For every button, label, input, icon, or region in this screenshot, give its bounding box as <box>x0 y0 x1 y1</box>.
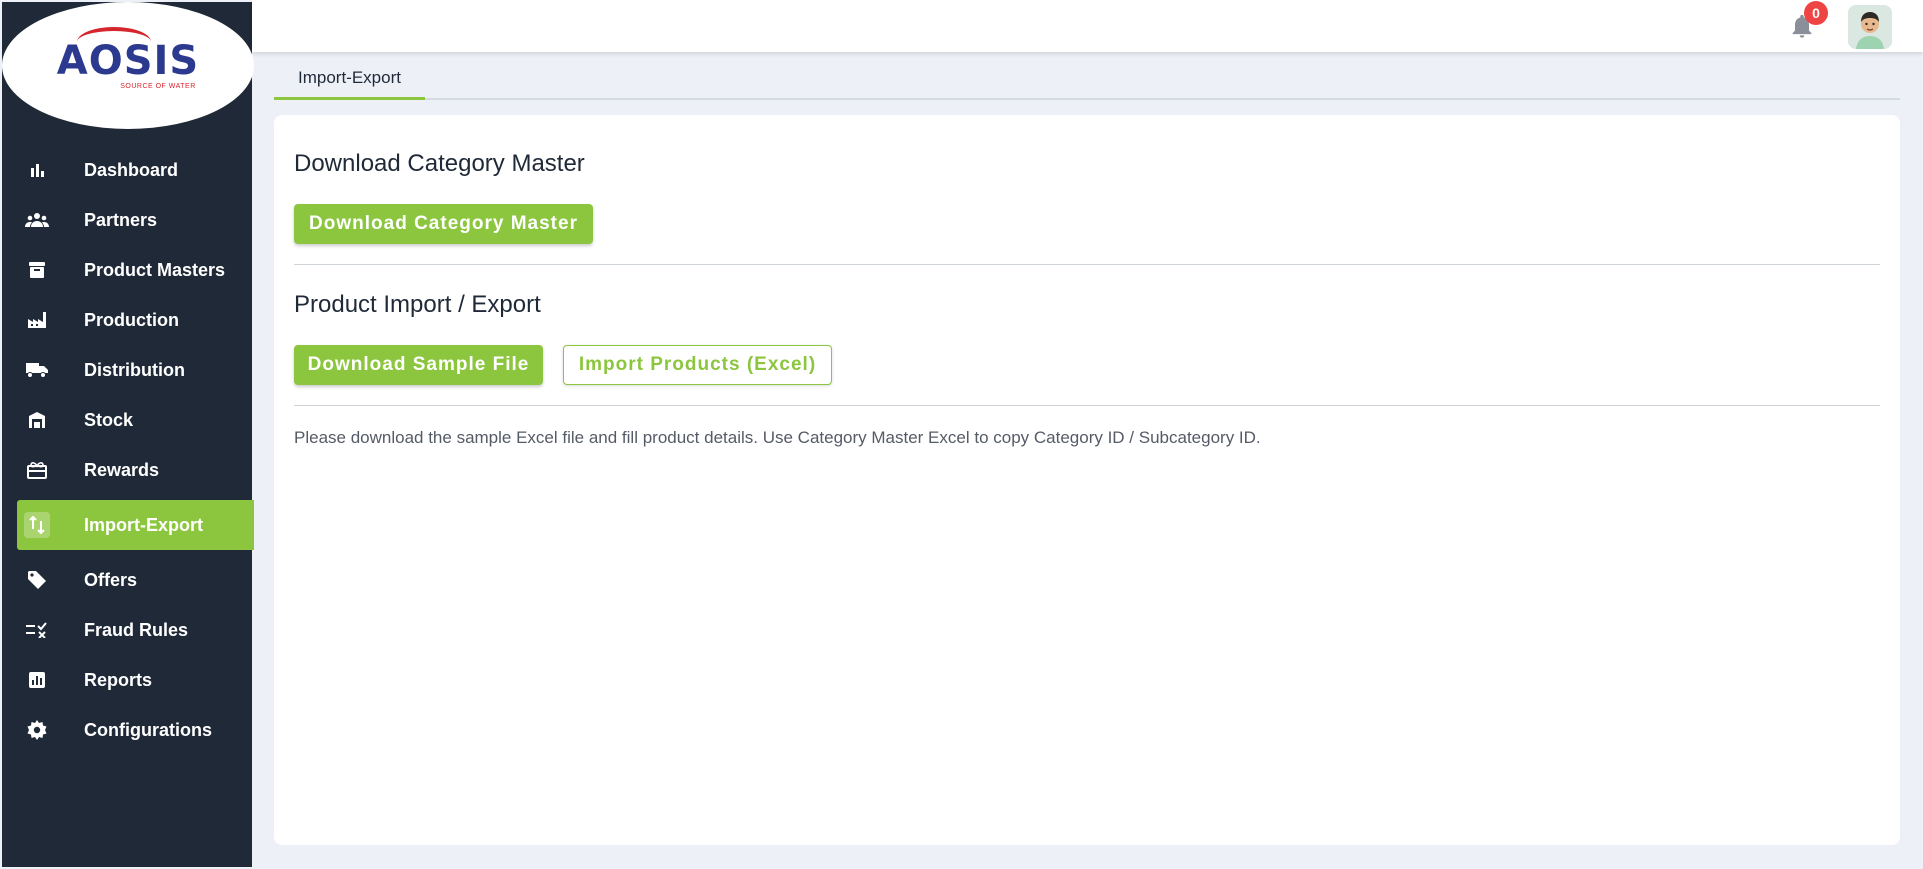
sidebar-item-label: Product Masters <box>84 259 226 280</box>
category-section-title: Download Category Master <box>294 150 585 177</box>
gear-icon <box>24 717 50 743</box>
sidebar-item-stock[interactable]: Stock <box>2 395 254 445</box>
factory-icon <box>24 307 50 333</box>
sidebar-item-dashboard[interactable]: Dashboard <box>2 145 254 195</box>
tab-bar: Import-Export <box>274 58 1900 100</box>
sidebar-item-label: Production <box>84 309 179 330</box>
product-section-title: Product Import / Export <box>294 291 541 318</box>
sidebar-item-offers[interactable]: Offers <box>2 555 254 605</box>
sidebar-item-configurations[interactable]: Configurations <box>2 705 254 755</box>
swap-vertical-icon <box>24 512 50 538</box>
sidebar-item-label: Partners <box>84 209 158 230</box>
sidebar-item-label: Rewards <box>84 459 160 480</box>
help-text: Please download the sample Excel file an… <box>294 428 1261 447</box>
rule-list-icon <box>24 617 50 643</box>
sidebar-item-reports[interactable]: Reports <box>2 655 254 705</box>
tag-icon <box>24 567 50 593</box>
warehouse-icon <box>24 407 50 433</box>
sidebar-item-label: Configurations <box>84 719 212 740</box>
logo-tagline: SOURCE OF WATER <box>120 83 196 90</box>
top-bar <box>252 0 1923 52</box>
sidebar-item-fraud-rules[interactable]: Fraud Rules <box>2 605 254 655</box>
sidebar-item-product-masters[interactable]: Product Masters <box>2 245 254 295</box>
sidebar-item-label: Offers <box>84 569 138 590</box>
sidebar-item-production[interactable]: Production <box>2 295 254 345</box>
sidebar-item-label: Stock <box>84 409 134 430</box>
avatar[interactable] <box>1848 5 1892 49</box>
sidebar-item-partners[interactable]: Partners <box>2 195 254 245</box>
download-sample-file-button[interactable]: Download Sample File <box>294 345 543 385</box>
tab-import-export[interactable]: Import-Export <box>274 58 425 100</box>
sidebar-item-distribution[interactable]: Distribution <box>2 345 254 395</box>
truck-icon <box>24 357 50 383</box>
archive-box-icon <box>24 257 50 283</box>
sidebar-item-label: Distribution <box>84 359 185 380</box>
section-divider <box>294 405 1880 406</box>
sidebar-item-import-export[interactable]: Import-Export <box>17 500 254 550</box>
sidebar-item-label: Import-Export <box>84 514 203 535</box>
main-card: Download Category Master Download Catego… <box>274 115 1900 845</box>
sidebar-item-rewards[interactable]: Rewards <box>2 445 254 495</box>
logo-mark: AOSIS <box>57 27 199 81</box>
sidebar-nav: Dashboard Partners Product Masters Produ… <box>2 145 254 755</box>
download-category-master-button[interactable]: Download Category Master <box>294 204 593 244</box>
sidebar: AOSIS SOURCE OF WATER Dashboard Partners… <box>2 2 254 867</box>
bar-chart-icon <box>24 157 50 183</box>
people-icon <box>24 207 50 233</box>
report-icon <box>24 667 50 693</box>
sidebar-item-label: Dashboard <box>84 159 179 180</box>
import-products-button[interactable]: Import Products (Excel) <box>563 345 832 385</box>
sidebar-item-label: Reports <box>84 669 153 690</box>
brand-logo[interactable]: AOSIS SOURCE OF WATER <box>2 2 254 129</box>
gift-icon <box>24 457 50 483</box>
sidebar-item-label: Fraud Rules <box>84 619 189 640</box>
section-divider <box>294 264 1880 265</box>
notification-badge: 0 <box>1804 1 1828 25</box>
